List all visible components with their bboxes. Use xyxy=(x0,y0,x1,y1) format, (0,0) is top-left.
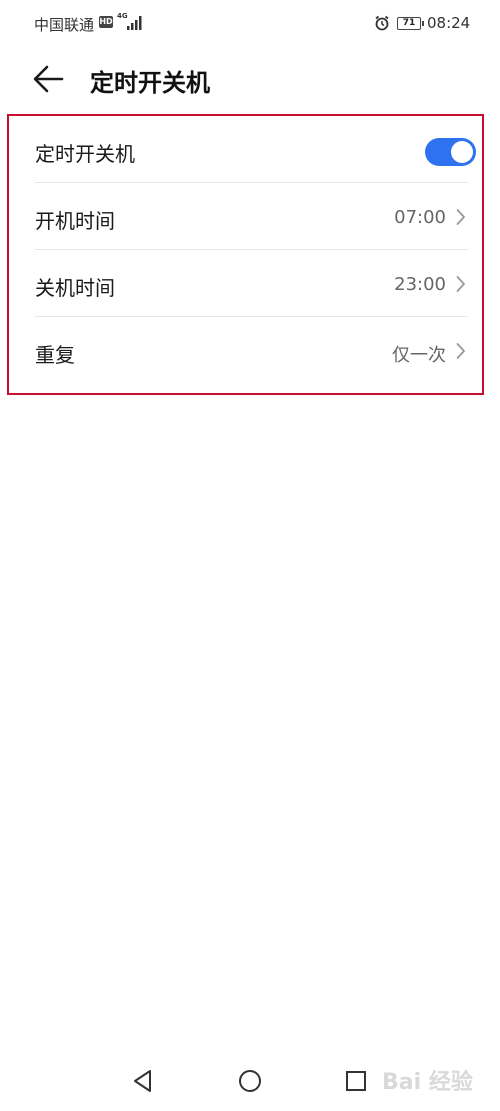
repeat-value: 仅一次 xyxy=(392,345,446,366)
repeat-label: 重复 xyxy=(35,343,75,367)
battery-icon: 71 xyxy=(397,17,424,30)
nav-home-icon[interactable] xyxy=(236,1067,264,1095)
hd-badge: HD xyxy=(99,16,113,28)
settings-list: 定时开关机 开机时间 07:00 关机时间 23:00 重复 仅一次 xyxy=(7,114,484,395)
power-on-time-label: 开机时间 xyxy=(35,209,115,233)
power-off-time-label: 关机时间 xyxy=(35,276,115,300)
alarm-icon xyxy=(375,15,389,31)
page-title: 定时开关机 xyxy=(90,69,210,97)
carrier-name: 中国联通 xyxy=(34,16,95,34)
power-on-time-value: 07:00 xyxy=(394,207,446,228)
power-off-time-value: 23:00 xyxy=(394,274,446,295)
power-off-time-row[interactable]: 关机时间 23:00 xyxy=(35,250,468,317)
signal-icon xyxy=(127,16,142,30)
timer-power-label: 定时开关机 xyxy=(35,142,135,166)
status-time: 08:24 xyxy=(427,14,471,32)
timer-power-toggle-row[interactable]: 定时开关机 xyxy=(35,116,476,183)
nav-recent-icon[interactable] xyxy=(342,1067,370,1095)
toggle-knob xyxy=(451,141,473,163)
chevron-right-icon xyxy=(456,209,465,225)
status-bar: 中国联通 HD 4G 71 08:24 xyxy=(0,0,500,48)
watermark: Bai 经验 xyxy=(382,1070,473,1095)
arrow-left-icon[interactable] xyxy=(30,62,66,96)
repeat-row[interactable]: 重复 仅一次 xyxy=(35,317,468,384)
screen: 中国联通 HD 4G 71 08:24 定时开关机 定时开关机 开机时间 07:… xyxy=(0,0,500,1111)
chevron-right-icon xyxy=(456,343,465,359)
timer-power-toggle[interactable] xyxy=(425,138,476,166)
header: 定时开关机 xyxy=(0,50,500,110)
chevron-right-icon xyxy=(456,276,465,292)
nav-back-icon[interactable] xyxy=(129,1067,157,1095)
power-on-time-row[interactable]: 开机时间 07:00 xyxy=(35,183,468,250)
